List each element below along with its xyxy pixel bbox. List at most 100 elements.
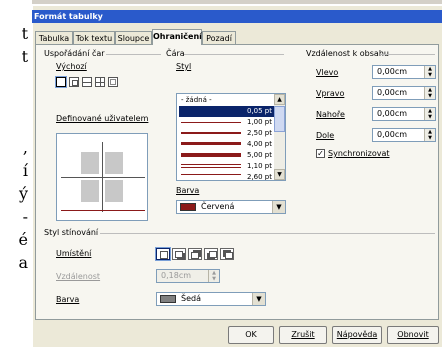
sync-checkbox[interactable]: ✓ [316, 149, 325, 158]
line-sample [181, 142, 241, 145]
spacing-left-field[interactable]: 0,00cm ▲ ▼ [372, 65, 436, 79]
shadow-bottom-right-button[interactable] [172, 248, 186, 260]
border-preview[interactable] [56, 133, 148, 221]
tab-background[interactable]: Pozadí [202, 31, 236, 44]
line-style-item[interactable]: 5,00 pt [179, 150, 274, 161]
line-style-item[interactable]: 1,00 pt [179, 117, 274, 128]
borders-panel: Uspořádání čar Výchozí Definované uživat… [35, 44, 439, 320]
spacing-right-field[interactable]: 0,00cm ▲ ▼ [372, 86, 436, 100]
preview-cell [105, 152, 123, 174]
spacing-right-value: 0,00cm [377, 88, 408, 97]
line-sample [181, 164, 241, 165]
line-style-label: Styl [176, 62, 192, 71]
line-style-item[interactable]: 0,05 pt [179, 106, 274, 117]
shadow-distance-value: 0,18cm [161, 271, 192, 280]
tab-text-flow[interactable]: Tok textu [73, 31, 115, 44]
spacing-bottom-value: 0,00cm [377, 130, 408, 139]
preview-border [102, 142, 103, 212]
spacing-bottom-label: Dole [316, 131, 335, 140]
doc-char: é [18, 230, 28, 249]
table-format-dialog: Formát tabulky Tabulka Tok textu Sloupce… [32, 6, 442, 347]
spin-icon[interactable]: ▲ ▼ [424, 129, 435, 141]
border-preset-outer-horizontal[interactable] [82, 77, 92, 87]
doc-char: ý [18, 184, 28, 203]
line-color-swatch [180, 203, 196, 211]
spin-icon[interactable]: ▲ ▼ [424, 66, 435, 78]
line-style-item-label: 0,05 pt [247, 107, 272, 115]
spacing-group-title: Vzdálenost k obsahu [306, 49, 389, 58]
line-sample [181, 167, 241, 168]
spin-icon[interactable]: ▲ ▼ [208, 270, 219, 282]
scroll-down-icon[interactable]: ▼ [274, 169, 285, 180]
shadow-color-value: Šedá [181, 294, 201, 303]
border-preset-none[interactable] [56, 77, 66, 87]
line-sample [181, 174, 241, 175]
line-arrangement-title: Uspořádání čar [44, 49, 105, 58]
cancel-button[interactable]: Zrušit [279, 326, 327, 344]
doc-char: í [22, 161, 28, 180]
line-style-item-label: 1,10 pt [247, 162, 272, 170]
default-label: Výchozí [56, 62, 87, 71]
line-style-item[interactable]: 2,50 pt [179, 128, 274, 139]
shadow-color-swatch [160, 295, 176, 303]
line-sample [181, 132, 241, 134]
line-style-item[interactable]: - žádná - [179, 95, 274, 106]
border-preset-outer-no-inner[interactable] [108, 77, 118, 87]
separator [380, 54, 435, 55]
line-style-item-label: 5,00 pt [247, 151, 272, 159]
separator [184, 54, 284, 55]
shadow-top-right-button[interactable] [188, 248, 202, 260]
shadow-bottom-left-button[interactable] [204, 248, 218, 260]
border-preset-outer-all[interactable] [95, 77, 105, 87]
spacing-right-label: Vpravo [316, 89, 345, 98]
line-sample [181, 122, 241, 123]
shadow-none-button[interactable] [156, 248, 170, 260]
preview-cell [81, 180, 99, 202]
spacing-left-label: Vlevo [316, 68, 339, 77]
line-color-label: Barva [176, 186, 200, 195]
line-style-item-label: - žádná - [181, 96, 212, 104]
spacing-top-value: 0,00cm [377, 109, 408, 118]
dialog-title: Formát tabulky [32, 10, 442, 23]
reset-button[interactable]: Obnovit [387, 326, 439, 344]
scroll-up-icon[interactable]: ▲ [274, 94, 285, 105]
window-top-strip [32, 0, 442, 4]
spacing-top-field[interactable]: 0,00cm ▲ ▼ [372, 107, 436, 121]
help-button[interactable]: Nápověda [332, 326, 382, 344]
preview-cell [81, 152, 99, 174]
line-style-item-label: 2,60 pt [247, 173, 272, 181]
line-style-item-label: 2,50 pt [247, 129, 272, 137]
spacing-left-value: 0,00cm [377, 67, 408, 76]
doc-char: t [21, 47, 28, 66]
user-defined-label: Definované uživatelem [56, 114, 149, 123]
border-preset-outer[interactable] [69, 77, 79, 87]
shadow-group-title: Styl stínování [44, 228, 99, 237]
line-color-select[interactable]: Červená ▼ [176, 200, 286, 214]
preview-border [61, 177, 145, 178]
scroll-thumb[interactable] [274, 106, 285, 132]
line-style-item[interactable]: 2,60 pt [179, 172, 274, 181]
doc-char: t [21, 24, 28, 43]
doc-char: a [18, 253, 28, 272]
chevron-down-icon[interactable]: ▼ [272, 201, 285, 213]
shadow-distance-label: Vzdálenost [56, 272, 101, 281]
line-style-item[interactable]: 1,10 pt [179, 161, 274, 172]
spacing-bottom-field[interactable]: 0,00cm ▲ ▼ [372, 128, 436, 142]
shadow-color-select[interactable]: Šedá ▼ [156, 292, 266, 306]
separator [100, 233, 435, 234]
line-style-item-label: 1,00 pt [247, 118, 272, 126]
ok-button[interactable]: OK [228, 326, 274, 344]
line-style-list[interactable]: - žádná - 0,05 pt 1,00 pt 2,50 pt 4,00 p… [176, 93, 286, 181]
document-text-fragment: t t , í ý - é a [0, 0, 32, 347]
tab-borders[interactable]: Ohraničení [152, 29, 202, 45]
tab-columns[interactable]: Sloupce [115, 31, 152, 44]
chevron-down-icon[interactable]: ▼ [252, 293, 265, 305]
shadow-top-left-button[interactable] [220, 248, 234, 260]
spin-icon[interactable]: ▲ ▼ [424, 87, 435, 99]
tab-table[interactable]: Tabulka [35, 31, 73, 44]
spin-icon[interactable]: ▲ ▼ [424, 108, 435, 120]
separator [106, 54, 161, 55]
shadow-distance-field[interactable]: 0,18cm ▲ ▼ [156, 269, 220, 283]
line-style-scrollbar[interactable]: ▲ ▼ [274, 94, 285, 180]
line-style-item[interactable]: 4,00 pt [179, 139, 274, 150]
